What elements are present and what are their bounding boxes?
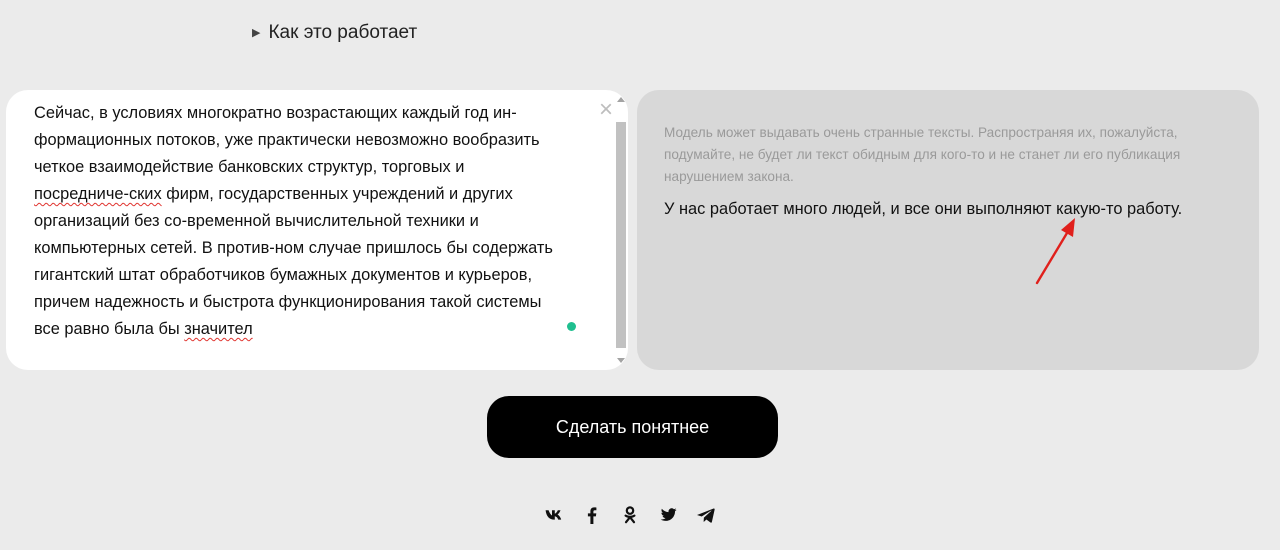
page: ▶ Как это работает Сейчас, в условиях мн… (0, 0, 1280, 550)
scroll-up-icon[interactable] (617, 97, 625, 102)
how-it-works-toggle[interactable]: ▶ Как это работает (252, 22, 417, 44)
input-scrollbar[interactable] (614, 94, 628, 366)
status-dot-icon (567, 322, 576, 331)
input-line: формационных потоков, уже практически не… (34, 131, 540, 149)
input-line: гигантский штат обработчиков бумажных до… (34, 266, 533, 284)
input-line: четкое взаимодействие банковских структу… (34, 158, 465, 176)
red-arrow-annotation-icon (1035, 218, 1075, 285)
share-bar (544, 504, 716, 526)
scrollbar-thumb[interactable] (616, 122, 626, 348)
input-line: все равно была бы значител (34, 316, 594, 343)
scroll-down-icon[interactable] (617, 358, 625, 363)
odnoklassniki-icon[interactable] (620, 504, 640, 526)
input-line: посредниче-ских фирм, государственных уч… (34, 181, 594, 208)
disclaimer-text: Модель может выдавать очень странные тек… (664, 122, 1234, 188)
misspelled-word[interactable]: посредниче-ских (34, 185, 162, 203)
misspelled-word[interactable]: значител (184, 320, 252, 338)
input-line-part: фирм, государственных учреждений и други… (161, 185, 513, 203)
clear-icon[interactable]: × (596, 98, 616, 122)
facebook-icon[interactable] (582, 504, 602, 526)
input-panel[interactable]: Сейчас, в условиях многократно возрастаю… (6, 90, 628, 370)
input-line: Сейчас, в условиях многократно возрастаю… (34, 104, 517, 122)
telegram-icon[interactable] (696, 504, 716, 526)
input-line: организаций без со-временной вычислитель… (34, 212, 479, 230)
twitter-icon[interactable] (658, 504, 678, 526)
output-panel: Модель может выдавать очень странные тек… (637, 90, 1259, 370)
disclaimer-line: Модель может выдавать очень странные тек… (664, 125, 1178, 140)
triangle-right-icon: ▶ (252, 26, 261, 39)
input-line-part: все равно была бы (34, 320, 185, 338)
input-line: причем надежность и быстрота функциониро… (34, 293, 542, 311)
input-textarea[interactable]: Сейчас, в условиях многократно возрастаю… (34, 100, 594, 343)
disclaimer-line: подумайте, не будет ли текст обидным для… (664, 147, 1181, 162)
result-text: У нас работает много людей, и все они вы… (664, 200, 1183, 218)
disclaimer-line: нарушением закона. (664, 169, 794, 184)
input-line: компьютерных сетей. В против-ном случае … (34, 239, 553, 257)
how-it-works-label: Как это работает (268, 22, 418, 43)
submit-button[interactable]: Сделать понятнее (487, 396, 778, 458)
vk-icon[interactable] (544, 504, 564, 526)
